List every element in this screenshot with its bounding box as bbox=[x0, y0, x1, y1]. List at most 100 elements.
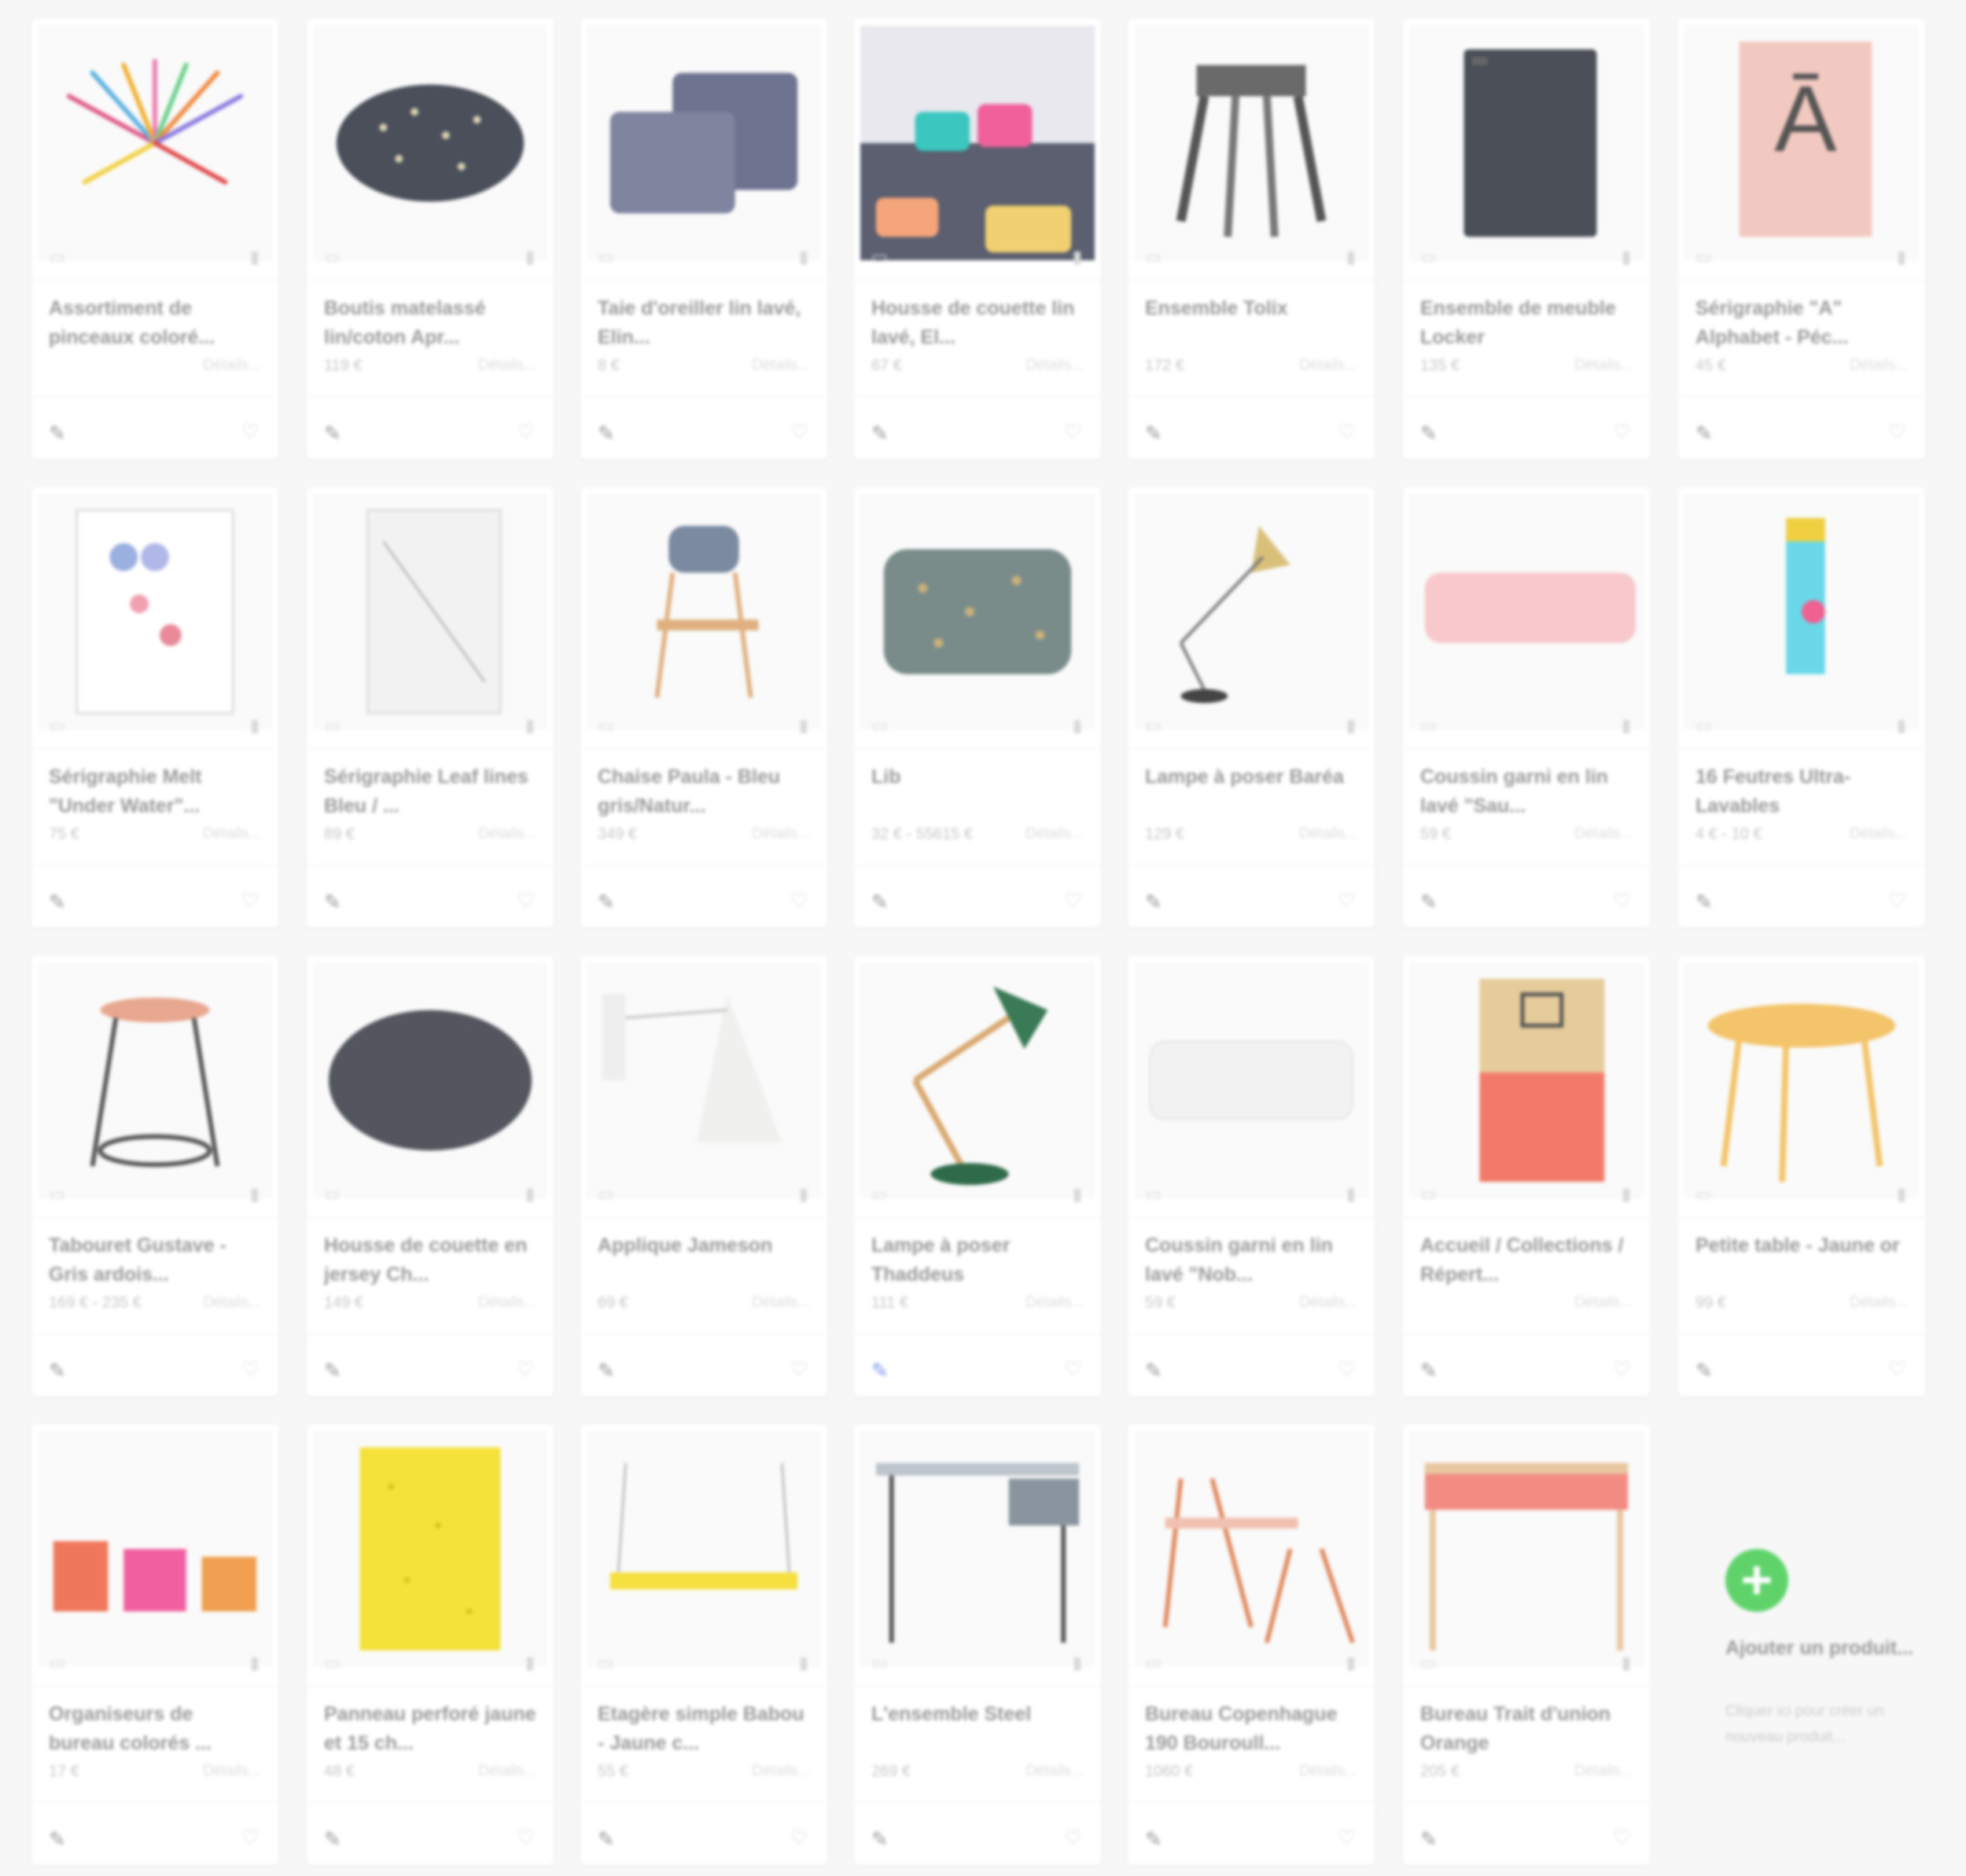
product-image[interactable] bbox=[38, 494, 272, 730]
trash-icon[interactable]: ▮ bbox=[799, 247, 808, 267]
product-title[interactable]: Lampe à poser Baréa bbox=[1145, 763, 1357, 792]
heart-icon[interactable]: ♡ bbox=[1888, 420, 1906, 444]
product-title[interactable]: Applique Jameson bbox=[598, 1231, 810, 1260]
product-image[interactable] bbox=[313, 494, 547, 730]
pencil-icon[interactable]: ✎ bbox=[871, 890, 889, 914]
product-title[interactable]: Sérigraphie Leaf lines Bleu / ... bbox=[324, 763, 536, 821]
pencil-icon[interactable]: ✎ bbox=[324, 1359, 341, 1383]
details-link[interactable]: Détails... bbox=[478, 826, 536, 843]
pencil-icon[interactable]: ✎ bbox=[1145, 890, 1162, 914]
product-card[interactable]: ▭ ▮ Lampe à poser Baréa 129 € Détails... ✎ ♡ bbox=[1128, 487, 1375, 928]
product-title[interactable]: Etagère simple Babou - Jaune c... bbox=[598, 1700, 810, 1758]
trash-icon[interactable]: ▮ bbox=[250, 715, 260, 736]
heart-icon[interactable]: ♡ bbox=[241, 1357, 260, 1381]
folder-icon[interactable]: ▭ bbox=[598, 715, 614, 736]
details-link[interactable]: Détails... bbox=[752, 1294, 810, 1311]
heart-icon[interactable]: ♡ bbox=[1613, 1357, 1631, 1381]
heart-icon[interactable]: ♡ bbox=[1064, 1826, 1082, 1850]
folder-icon[interactable]: ▭ bbox=[324, 715, 341, 736]
product-card[interactable]: ▭ ▮ Etagère simple Babou - Jaune c... 55 € D… bbox=[580, 1425, 827, 1865]
heart-icon[interactable]: ♡ bbox=[790, 888, 808, 913]
trash-icon[interactable]: ▮ bbox=[1073, 1184, 1082, 1205]
folder-icon[interactable]: ▭ bbox=[1695, 715, 1712, 736]
product-image[interactable] bbox=[1134, 494, 1368, 730]
folder-icon[interactable]: ▭ bbox=[324, 1653, 341, 1673]
folder-icon[interactable]: ▭ bbox=[1420, 1184, 1437, 1205]
product-card[interactable]: ▭ ▮ Applique Jameson 69 € Détails... ✎ ♡ bbox=[580, 956, 827, 1396]
folder-icon[interactable]: ▭ bbox=[1420, 247, 1437, 267]
product-image[interactable] bbox=[1409, 25, 1644, 261]
heart-icon[interactable]: ♡ bbox=[1613, 420, 1631, 444]
add-product-card[interactable]: + Ajouter un produit... Cliquer ici pour… bbox=[1688, 1431, 1935, 1871]
heart-icon[interactable]: ♡ bbox=[1064, 420, 1082, 444]
product-title[interactable]: Assortiment de pinceaux coloré... bbox=[49, 294, 261, 352]
details-link[interactable]: Détails... bbox=[752, 357, 810, 374]
product-card[interactable]: Ā ▭ ▮ Sérigraphie "A" Alphabet - Péc... 45 €… bbox=[1678, 19, 1925, 459]
details-link[interactable]: Détails... bbox=[1850, 1294, 1908, 1311]
pencil-icon[interactable]: ✎ bbox=[598, 421, 615, 446]
product-card[interactable]: ▭ ▮ Lib 32 € - 55615 € Détails... ✎ ♡ bbox=[854, 487, 1101, 928]
details-link[interactable]: Détails... bbox=[1850, 826, 1908, 843]
pencil-icon[interactable]: ✎ bbox=[1145, 421, 1162, 446]
folder-icon[interactable]: ▭ bbox=[1145, 247, 1162, 267]
trash-icon[interactable]: ▮ bbox=[250, 1653, 260, 1673]
product-title[interactable]: Petite table - Jaune or bbox=[1695, 1231, 1908, 1260]
pencil-icon[interactable]: ✎ bbox=[49, 421, 66, 446]
product-card[interactable]: ▭ ▮ Panneau perforé jaune et 15 ch... 48 € D… bbox=[307, 1425, 554, 1865]
product-title[interactable]: L'ensemble Steel bbox=[871, 1700, 1084, 1729]
folder-icon[interactable]: ▭ bbox=[871, 1653, 888, 1673]
folder-icon[interactable]: ▭ bbox=[1420, 715, 1437, 736]
pencil-icon[interactable]: ✎ bbox=[1145, 1359, 1162, 1383]
product-image[interactable] bbox=[313, 962, 547, 1198]
product-image[interactable] bbox=[313, 25, 547, 261]
heart-icon[interactable]: ♡ bbox=[1064, 1357, 1082, 1381]
trash-icon[interactable]: ▮ bbox=[1346, 1653, 1356, 1673]
pencil-icon[interactable]: ✎ bbox=[871, 421, 889, 446]
details-link[interactable]: Détails... bbox=[1299, 1294, 1357, 1311]
trash-icon[interactable]: ▮ bbox=[1073, 715, 1082, 736]
heart-icon[interactable]: ♡ bbox=[1338, 888, 1356, 913]
product-card[interactable]: ▭ ▮ Lampe à poser Thaddeus 111 € Détails... ✎… bbox=[854, 956, 1101, 1396]
product-image[interactable] bbox=[587, 494, 821, 730]
heart-icon[interactable]: ♡ bbox=[1338, 1826, 1356, 1850]
details-link[interactable]: Détails... bbox=[1850, 357, 1908, 374]
folder-icon[interactable]: ▭ bbox=[49, 1653, 65, 1673]
product-title[interactable]: Chaise Paula - Bleu gris/Natur... bbox=[598, 763, 810, 821]
details-link[interactable]: Détails... bbox=[1574, 357, 1633, 374]
product-card[interactable]: ▭ ▮ Taie d'oreiller lin lavé, Elin... 8 € Dé… bbox=[580, 19, 827, 459]
heart-icon[interactable]: ♡ bbox=[1888, 888, 1906, 913]
product-card[interactable]: ▭ ▮ Assortiment de pinceaux coloré... Détai… bbox=[31, 19, 278, 459]
product-card[interactable]: ▭ ▮ Housse de couette lin lavé, El... 67 € D… bbox=[854, 19, 1101, 459]
pencil-icon[interactable]: ✎ bbox=[49, 1359, 66, 1383]
product-card[interactable]: ▭ ▮ Chaise Paula - Bleu gris/Natur... 349 €… bbox=[580, 487, 827, 928]
heart-icon[interactable]: ♡ bbox=[1613, 1826, 1631, 1850]
details-link[interactable]: Détails... bbox=[1574, 1294, 1633, 1311]
product-card[interactable]: ▭ ▮ Ensemble Tolix 172 € Détails... ✎ ♡ bbox=[1128, 19, 1375, 459]
details-link[interactable]: Détails... bbox=[1299, 826, 1357, 843]
pencil-icon[interactable]: ✎ bbox=[598, 890, 615, 914]
plus-icon[interactable]: + bbox=[1725, 1549, 1788, 1612]
product-title[interactable]: Coussin garni en lin lavé "Sau... bbox=[1420, 763, 1633, 821]
product-image[interactable] bbox=[1409, 962, 1644, 1198]
product-image[interactable] bbox=[38, 25, 272, 261]
folder-icon[interactable]: ▭ bbox=[871, 247, 888, 267]
product-image[interactable] bbox=[587, 962, 821, 1198]
product-title[interactable]: Accueil / Collections / Répert... bbox=[1420, 1231, 1633, 1289]
details-link[interactable]: Détails... bbox=[478, 1763, 536, 1780]
pencil-icon[interactable]: ✎ bbox=[324, 1827, 341, 1852]
details-link[interactable]: Détails... bbox=[203, 1294, 261, 1311]
pencil-icon[interactable]: ✎ bbox=[1420, 1827, 1438, 1852]
product-title[interactable]: Lampe à poser Thaddeus bbox=[871, 1231, 1084, 1289]
product-card[interactable]: ▭ ▮ Coussin garni en lin lavé "Sau... 59 € D… bbox=[1403, 487, 1650, 928]
product-card[interactable]: ▭ ▮ Tabouret Gustave - Gris ardois... 169 €… bbox=[31, 956, 278, 1396]
product-card[interactable]: ▭ ▮ Petite table - Jaune or 99 € Détails... ✎… bbox=[1678, 956, 1925, 1396]
details-link[interactable]: Détails... bbox=[478, 357, 536, 374]
product-title[interactable]: Organiseurs de bureau colorés ... bbox=[49, 1700, 261, 1758]
pencil-icon[interactable]: ✎ bbox=[49, 890, 66, 914]
product-image[interactable] bbox=[38, 962, 272, 1198]
pencil-icon[interactable]: ✎ bbox=[598, 1359, 615, 1383]
trash-icon[interactable]: ▮ bbox=[1897, 1184, 1906, 1205]
folder-icon[interactable]: ▭ bbox=[871, 1184, 888, 1205]
product-image[interactable] bbox=[860, 962, 1095, 1198]
details-link[interactable]: Détails... bbox=[1574, 1763, 1633, 1780]
